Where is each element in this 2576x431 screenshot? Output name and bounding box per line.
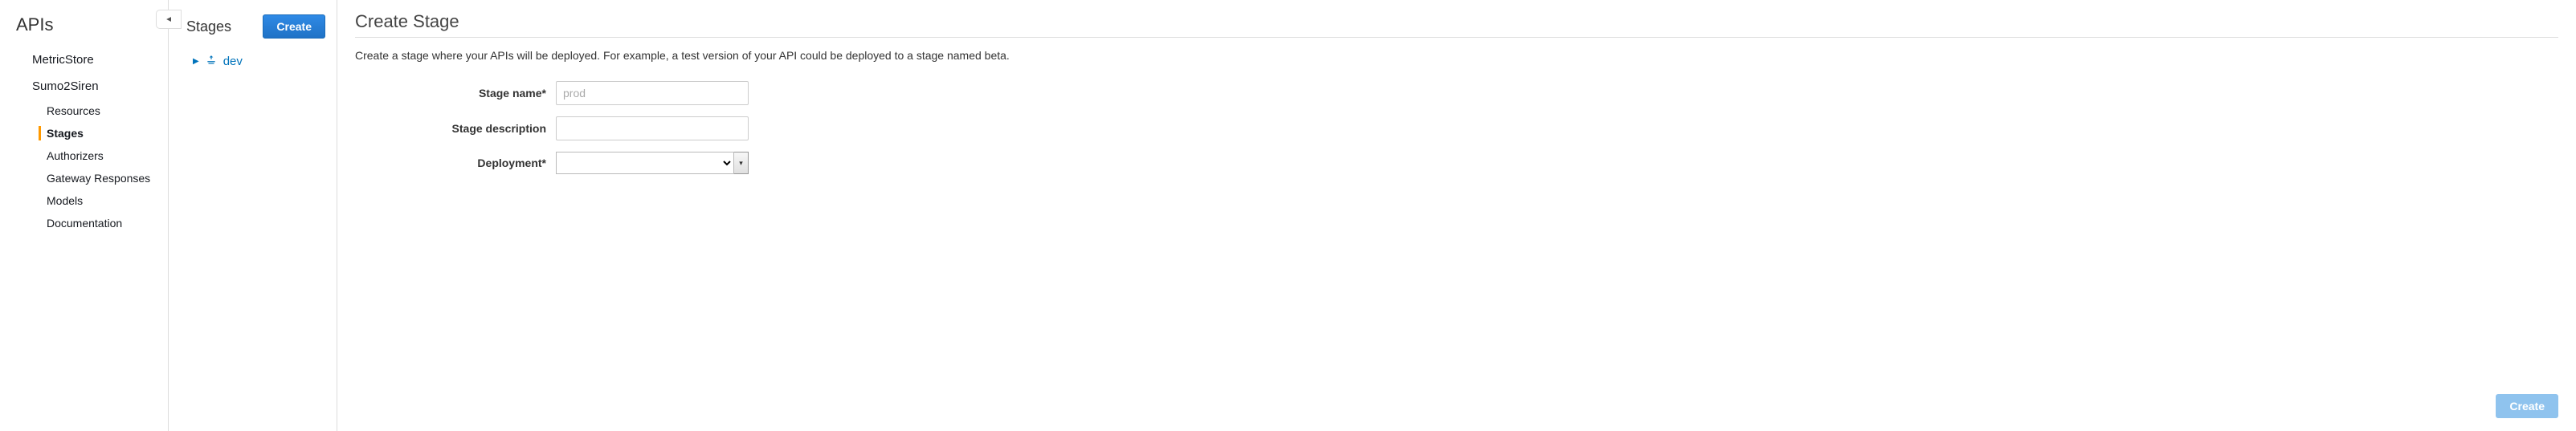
nav-sub-gateway-responses[interactable]: Gateway Responses: [0, 167, 168, 189]
deploy-icon: [206, 55, 217, 68]
footer-row: Create: [355, 381, 2558, 418]
create-stage-button-top[interactable]: Create: [263, 14, 325, 39]
left-nav-title: APIs: [0, 13, 168, 47]
stages-title: Stages: [186, 18, 231, 35]
title-divider: [355, 37, 2558, 38]
stage-description-label: Stage description: [355, 122, 556, 135]
nav-sub-models[interactable]: Models: [0, 189, 168, 212]
stage-item-dev[interactable]: ▶ dev: [169, 48, 337, 75]
page-description: Create a stage where your APIs will be d…: [355, 49, 2558, 62]
api-item-metricstore[interactable]: MetricStore: [0, 47, 168, 73]
nav-sub-stages[interactable]: Stages: [0, 122, 168, 144]
deployment-label: Deployment*: [355, 157, 556, 169]
deployment-dropdown-button[interactable]: ▾: [734, 152, 749, 174]
expand-triangle-icon: ▶: [193, 57, 199, 66]
deployment-select-wrap: ▾: [556, 152, 749, 174]
stage-name-label: Stage name*: [355, 87, 556, 100]
form-row-deployment: Deployment* ▾: [355, 152, 2558, 174]
left-nav: APIs MetricStore Sumo2Siren Resources St…: [0, 0, 169, 431]
stages-header: Stages Create: [169, 13, 337, 48]
form-row-stage-name: Stage name*: [355, 81, 2558, 105]
create-stage-button-bottom[interactable]: Create: [2496, 394, 2558, 418]
stage-name-input[interactable]: [556, 81, 749, 105]
page-title: Create Stage: [355, 11, 2558, 37]
stage-description-input[interactable]: [556, 116, 749, 140]
main-column: Create Stage Create a stage where your A…: [337, 0, 2576, 431]
api-item-sumo2siren[interactable]: Sumo2Siren: [0, 73, 168, 100]
chevron-down-icon: ▾: [739, 159, 743, 168]
nav-sub-authorizers[interactable]: Authorizers: [0, 144, 168, 167]
deployment-select[interactable]: [556, 152, 734, 174]
collapse-nav-button[interactable]: ▲: [156, 10, 182, 29]
form-row-stage-description: Stage description: [355, 116, 2558, 140]
stages-column: Stages Create ▶ dev: [169, 0, 337, 431]
nav-sub-resources[interactable]: Resources: [0, 100, 168, 122]
stage-item-label: dev: [223, 55, 243, 68]
nav-sub-documentation[interactable]: Documentation: [0, 212, 168, 234]
